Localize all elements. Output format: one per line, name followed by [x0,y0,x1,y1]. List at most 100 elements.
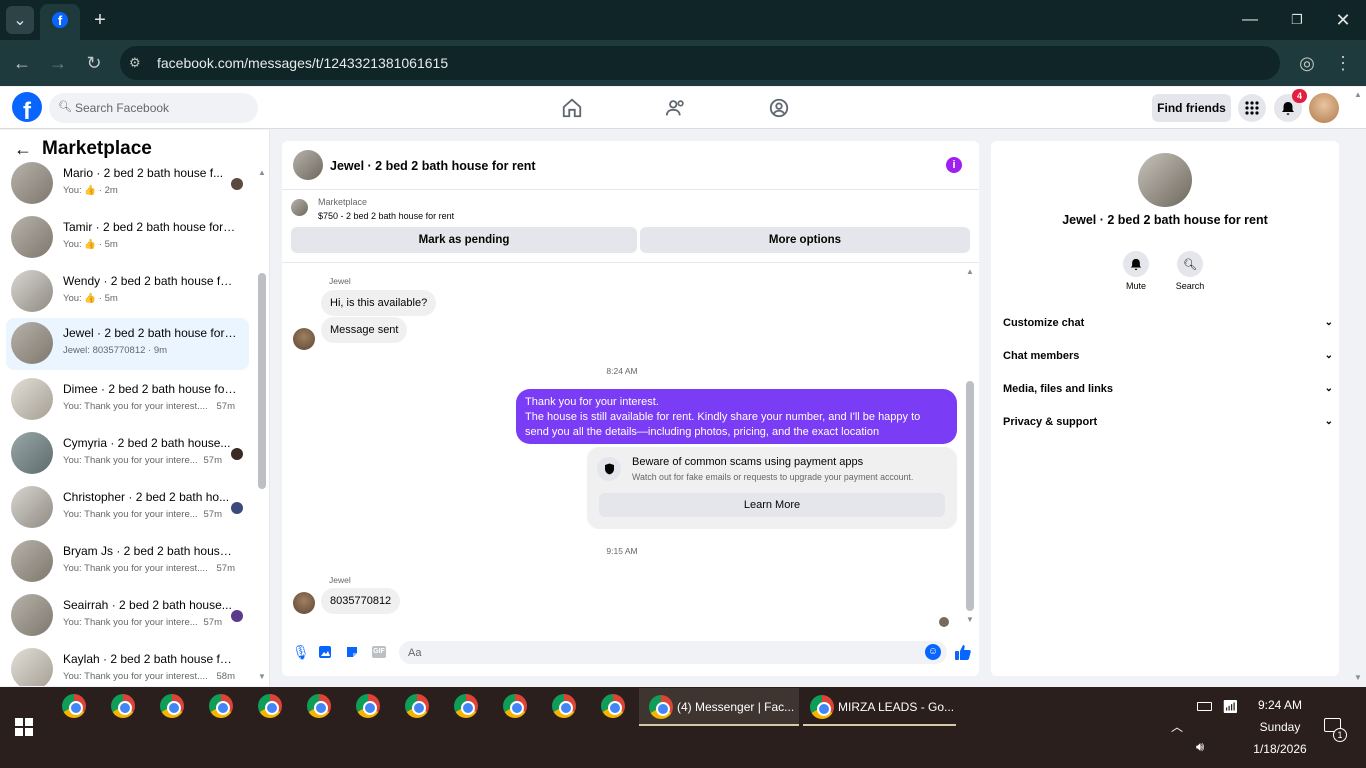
chrome-taskbar-icon[interactable] [454,694,482,722]
chat-scroll-down-icon[interactable]: ▼ [966,615,974,624]
reload-icon[interactable]: ↻ [80,49,108,77]
more-options-button[interactable]: More options [640,227,970,253]
chrome-taskbar-icon[interactable] [111,694,139,722]
conversation-item[interactable]: Cymyria · 2 bed 2 bath house... You: Tha… [6,428,249,480]
new-tab-button[interactable]: + [86,6,114,34]
clock-day[interactable]: Sunday [1240,720,1320,734]
forward-icon[interactable]: → [44,49,72,77]
site-info-icon[interactable]: ⚙ [129,55,141,71]
photo-icon[interactable] [318,645,332,659]
conversation-item[interactable]: Mario · 2 bed 2 bath house f... You: 👍 ·… [6,158,249,210]
chrome-taskbar-icon[interactable] [307,694,335,722]
row-label: Media, files and links [1003,383,1114,395]
chrome-taskbar-icon[interactable] [356,694,384,722]
conversation-preview: You: Thank you for your intere... [63,455,198,466]
conversation-item[interactable]: Dimee · 2 bed 2 bath house for ... You: … [6,374,249,426]
emoji-icon[interactable]: ☺ [925,644,941,660]
restore-icon[interactable]: ❐ [1283,6,1311,34]
listing-photo[interactable] [1138,153,1192,207]
incoming-message[interactable]: Hi, is this available? [321,290,437,316]
tab-list-button[interactable]: ⌄ [6,6,34,34]
chrome-taskbar-icon[interactable] [62,694,90,722]
conversation-name: Mario · 2 bed 2 bath house f... [63,166,224,180]
conversation-item[interactable]: Tamir · 2 bed 2 bath house for r... You:… [6,212,249,264]
chrome-taskbar-icon[interactable] [209,694,237,722]
page-scroll-down-icon[interactable]: ▼ [1354,673,1362,682]
microphone-icon[interactable]: 🎙︎ [292,644,310,661]
back-icon[interactable]: ← [8,49,36,77]
chat-scrollbar[interactable] [966,381,974,611]
sticker-icon[interactable] [345,645,359,659]
battery-icon[interactable] [1197,702,1212,711]
active-tab[interactable]: f [40,4,80,40]
mute-bell-icon[interactable] [1123,251,1149,277]
chat-scroll-up-icon[interactable]: ▲ [966,267,974,276]
sender-avatar[interactable] [293,592,315,614]
home-icon[interactable] [561,97,583,119]
thumbs-up-icon[interactable] [954,644,972,661]
scroll-up-arrow-icon[interactable]: ▲ [258,168,266,177]
conversation-item[interactable]: Seairrah · 2 bed 2 bath house... You: Th… [6,590,249,642]
back-arrow-icon[interactable]: ← [14,139,32,160]
chat-members-row[interactable]: Chat members ⌄ [1003,350,1333,362]
outgoing-line: Thank you for your interest. [525,396,659,408]
minimize-icon[interactable]: — [1236,6,1264,34]
chrome-taskbar-icon[interactable] [405,694,433,722]
show-hidden-icons-chevron-icon[interactable]: ︿ [1171,718,1183,735]
volume-icon[interactable]: 🔊︎ [1196,739,1204,755]
scroll-down-arrow-icon[interactable]: ▼ [258,672,266,681]
wifi-icon[interactable]: 📶︎ [1222,699,1239,715]
conversation-item[interactable]: Wendy · 2 bed 2 bath house for... You: 👍… [6,266,249,318]
taskbar-messenger-window[interactable]: (4) Messenger | Fac... [639,688,799,726]
facebook-logo-icon[interactable]: f [12,92,42,122]
incoming-message[interactable]: 8035770812 [321,588,401,614]
chrome-taskbar-icon[interactable] [503,694,531,722]
listing-avatar [11,594,53,636]
chat-avatar[interactable] [293,150,323,180]
message-input[interactable]: Aa ☺ [399,641,947,664]
facebook-favicon-icon: f [52,12,68,28]
conversation-item[interactable]: Christopher · 2 bed 2 bath ho... You: Th… [6,482,249,534]
listing-avatar [11,378,53,420]
learn-more-button[interactable]: Learn More [599,493,945,517]
chrome-taskbar-icon[interactable] [552,694,580,722]
info-icon[interactable]: i [946,157,962,173]
conversation-item[interactable]: Bryam Js · 2 bed 2 bath house f... You: … [6,536,249,588]
groups-icon[interactable] [768,97,790,119]
chrome-taskbar-icon[interactable] [258,694,286,722]
chrome-taskbar-icon[interactable] [601,694,629,722]
conversation-list-scrollbar[interactable] [258,273,266,489]
privacy-support-row[interactable]: Privacy & support ⌄ [1003,416,1333,428]
chat-title[interactable]: Jewel · 2 bed 2 bath house for rent [330,159,536,173]
listing-price[interactable]: $750 - 2 bed 2 bath house for rent [318,211,454,221]
address-bar[interactable]: ⚙ facebook.com/messages/t/12433213810616… [120,46,1280,80]
conversation-item[interactable]: Kaylah · 2 bed 2 bath house for... You: … [6,644,249,686]
conversation-name: Cymyria · 2 bed 2 bath house... [63,436,231,450]
mark-as-pending-button[interactable]: Mark as pending [291,227,637,253]
conversation-item-active[interactable]: Jewel · 2 bed 2 bath house for r... Jewe… [6,318,249,370]
customize-chat-row[interactable]: Customize chat ⌄ [1003,317,1333,329]
outgoing-message[interactable]: Thank you for your interest. The house i… [516,389,957,444]
windows-start-icon[interactable] [15,718,33,736]
facebook-search-input[interactable]: 🔍︎ Search Facebook [49,93,258,123]
menu-kebab-icon[interactable]: ⋮ [1329,49,1357,77]
listing-label: Marketplace [318,197,368,207]
row-label: Privacy & support [1003,416,1098,428]
profile-icon[interactable]: ◎ [1293,49,1321,77]
page-scroll-up-icon[interactable]: ▲ [1354,90,1362,99]
friends-icon[interactable] [665,97,687,119]
chrome-taskbar-icon[interactable] [160,694,188,722]
account-avatar[interactable] [1309,93,1339,123]
incoming-message[interactable]: Message sent [321,317,408,343]
clock-date[interactable]: 1/18/2026 [1240,742,1320,756]
clock-time[interactable]: 9:24 AM [1240,698,1320,712]
gif-icon[interactable]: GIF [372,646,386,658]
apps-menu-icon[interactable] [1238,94,1266,122]
search-conversation-icon[interactable]: 🔍︎ [1177,251,1203,277]
taskbar-mirza-leads-window[interactable]: MIRZA LEADS - Go... [803,688,956,726]
mute-label: Mute [1125,281,1146,291]
find-friends-button[interactable]: Find friends [1152,94,1231,122]
close-window-icon[interactable]: ✕ [1329,6,1357,34]
sender-avatar[interactable] [293,328,315,350]
media-files-links-row[interactable]: Media, files and links ⌄ [1003,383,1333,395]
